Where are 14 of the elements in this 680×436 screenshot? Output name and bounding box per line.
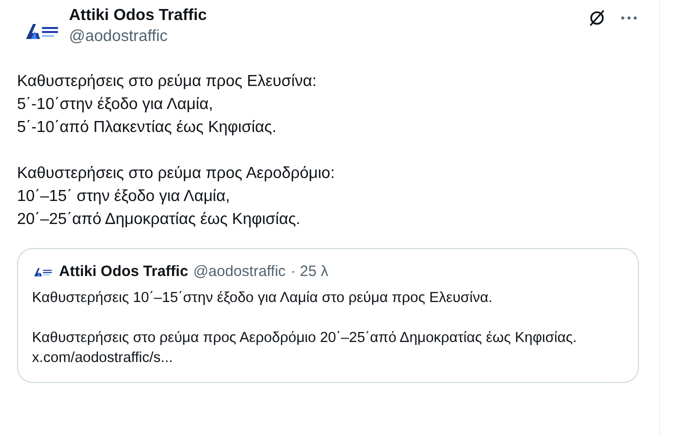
slash-circle-icon[interactable] xyxy=(587,8,607,28)
author-name[interactable]: Attiki Odos Traffic xyxy=(69,6,207,26)
quoted-paragraph: Καθυστερήσεις 10΄–15΄στην έξοδο για Λαμία στο ρεύμα προς Ελευσίνα. xyxy=(32,288,494,308)
more-icon[interactable] xyxy=(621,16,637,20)
tweet-paragraph: Καθυστερήσεις στο ρεύμα προς Αεροδρόμιο: 10΄–15΄ στην έξοδο για Λαμία, 20΄–25΄από Δημοκρατίας έως Κηφισίας. xyxy=(17,164,336,230)
quoted-tweet-time: · 25 λ xyxy=(290,262,328,282)
quoted-author-handle: @aodostraffic xyxy=(193,262,286,282)
tweet-paragraph: Καθυστερήσεις στο ρεύμα προς Ελευσίνα: 5΄-10΄στην έξοδο για Λαμία, 5΄-10΄από Πλακεντίας έως Κηφισίας. xyxy=(17,72,318,138)
logo-icon xyxy=(32,266,54,278)
link[interactable]: x.com/aodostraffic/s... xyxy=(32,350,173,366)
quoted-paragraph: Καθυστερήσεις στο ρεύμα προς Αεροδρόμιο 20΄–25΄από Δημοκρατίας έως Κηφισίας. x.com/aodostraffic/s... xyxy=(32,328,578,368)
quoted-author-name: Attiki Odos Traffic xyxy=(59,262,188,282)
quoted-tweet-card[interactable] xyxy=(17,248,639,382)
author-handle[interactable]: @aodostraffic xyxy=(69,26,207,48)
